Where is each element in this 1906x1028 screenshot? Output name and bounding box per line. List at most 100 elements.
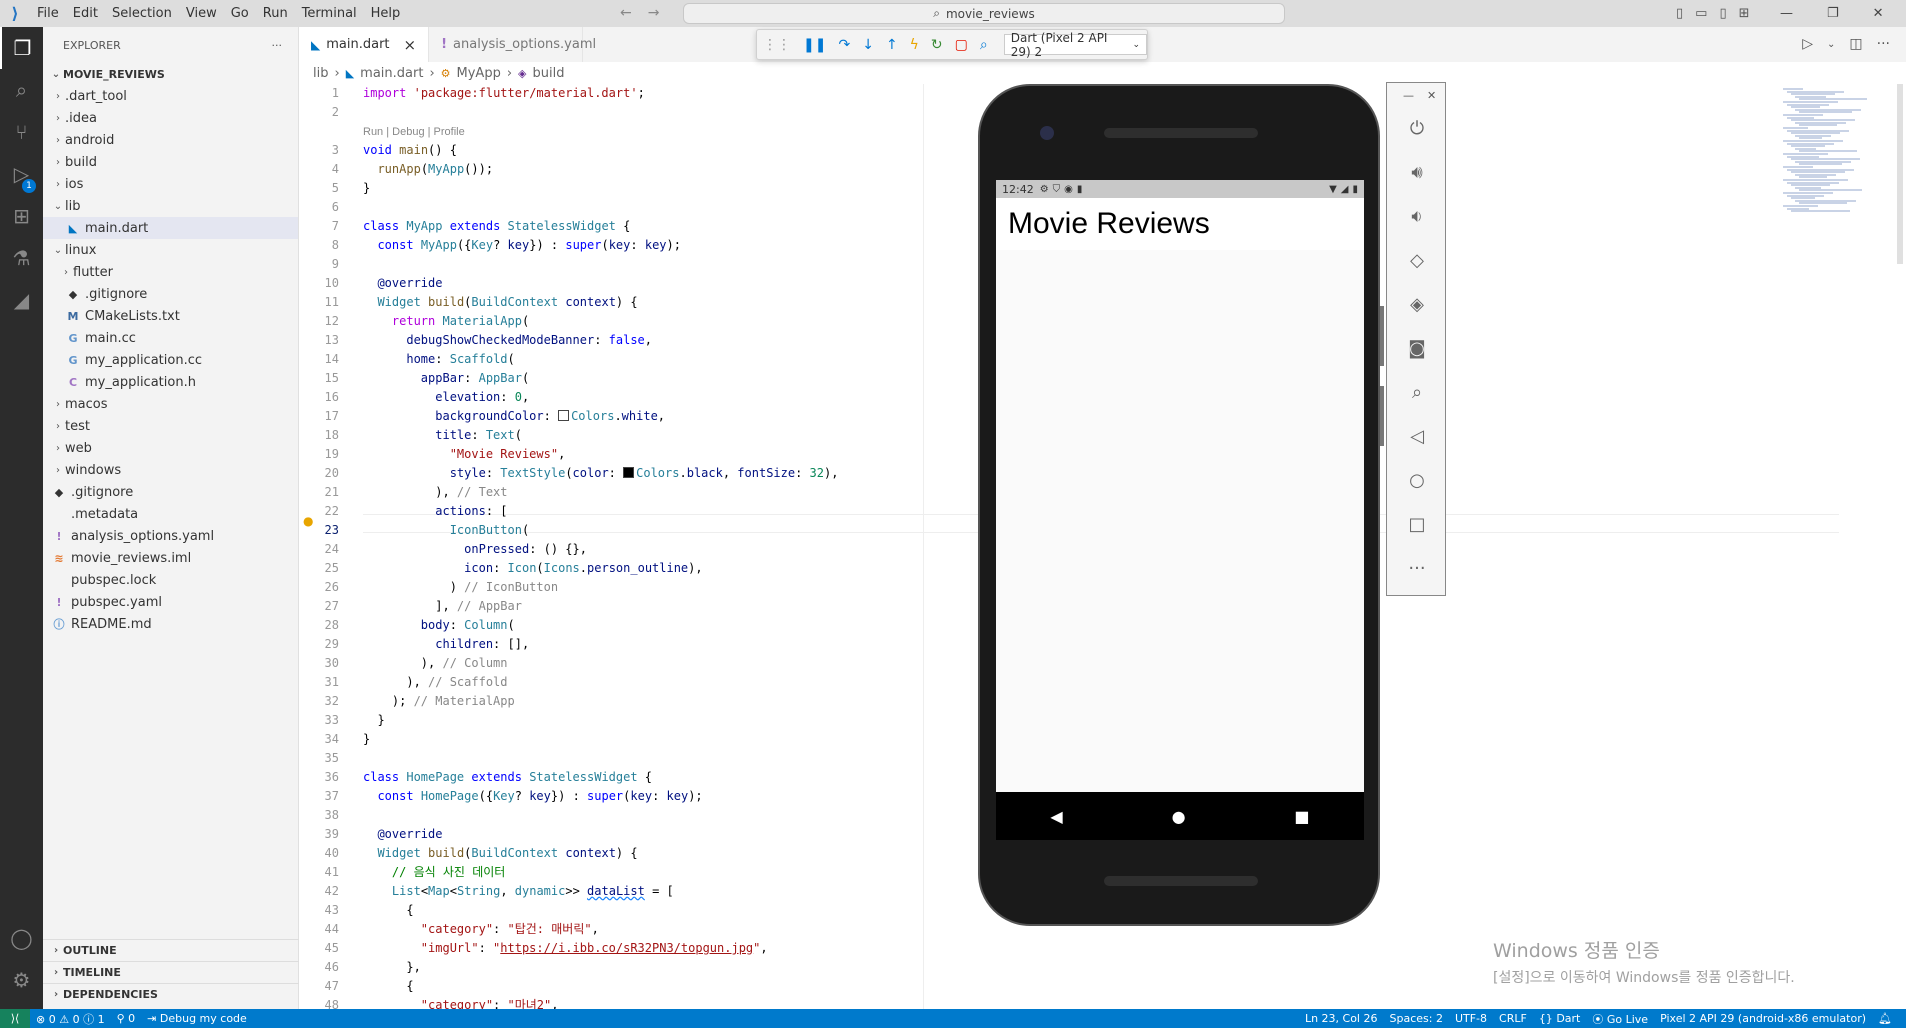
customize-layout-icon[interactable]: ⊞ [1739, 0, 1750, 27]
menu-item-edit[interactable]: Edit [66, 0, 105, 27]
toggle-panel-icon[interactable]: ▭ [1695, 0, 1707, 27]
menu-item-terminal[interactable]: Terminal [295, 0, 364, 27]
tree-folder[interactable]: › build [43, 151, 298, 173]
menu-item-help[interactable]: Help [364, 0, 408, 27]
close-icon[interactable]: × [404, 36, 417, 54]
tree-folder[interactable]: › flutter [43, 261, 298, 283]
tree-file[interactable]: ◣ main.dart [43, 217, 298, 239]
tree-file[interactable]: Gmain.cc [43, 327, 298, 349]
tree-file[interactable]: M CMakeLists.txt [43, 305, 298, 327]
breadcrumb-item[interactable]: lib [313, 66, 328, 81]
menu-item-file[interactable]: File [30, 0, 66, 27]
account-icon[interactable]: ◯ [0, 917, 43, 959]
tree-folder[interactable]: › macos [43, 393, 298, 415]
debug-config[interactable]: ⇥ Debug my code [141, 1012, 253, 1025]
language-mode[interactable]: {} Dart [1533, 1012, 1587, 1025]
overview-icon[interactable]: □ [1387, 509, 1447, 539]
menu-item-run[interactable]: Run [256, 0, 295, 27]
zoom-icon[interactable]: ⌕ [1387, 377, 1447, 407]
step-over-icon[interactable]: ↷ [838, 37, 850, 53]
tree-file[interactable]: ! analysis_options.yaml [43, 525, 298, 547]
outline-section[interactable]: › OUTLINE [43, 939, 299, 961]
menu-item-selection[interactable]: Selection [105, 0, 179, 27]
power-icon[interactable]: ⏻ [1387, 113, 1447, 143]
emulator-screen[interactable]: 12:42 ⚙ ⛉ ◉ ▮ ▼ ◢ ▮ Movie Reviews [996, 180, 1364, 792]
tree-file[interactable]: ◆ .gitignore [43, 283, 298, 305]
more-actions-icon[interactable]: ··· [272, 39, 283, 52]
ports-indicator[interactable]: ⚲ 0 [111, 1012, 142, 1025]
back-arrow-icon[interactable]: ← [620, 0, 632, 27]
forward-arrow-icon[interactable]: → [648, 0, 660, 27]
editor-scrollbar[interactable] [1895, 84, 1905, 1009]
menu-item-go[interactable]: Go [224, 0, 256, 27]
tree-file[interactable]: ◆ .gitignore [43, 481, 298, 503]
tree-folder[interactable]: › test [43, 415, 298, 437]
camera-screenshot-icon[interactable]: ◙ [1387, 333, 1447, 363]
tree-file[interactable]: .metadata [43, 503, 298, 525]
tree-folder[interactable]: › .dart_tool [43, 85, 298, 107]
pause-icon[interactable]: ❚❚ [803, 37, 826, 53]
extensions-icon[interactable]: ⊞ [0, 195, 43, 237]
drag-handle-icon[interactable]: ⋮⋮ [763, 37, 791, 53]
source-control-icon[interactable]: ⑂ [0, 111, 43, 153]
toggle-secondary-sidebar-icon[interactable]: ▯ [1719, 0, 1726, 27]
search-icon[interactable]: ⌕ [0, 69, 43, 111]
explorer-icon[interactable]: ❐ [0, 27, 43, 69]
restore-icon[interactable]: ❐ [1827, 0, 1839, 27]
rotate-right-icon[interactable]: ◈ [1387, 289, 1447, 319]
tab-analysis-options[interactable]: ! analysis_options.yaml [429, 27, 596, 62]
gear-icon[interactable]: ⚙ [0, 959, 43, 1001]
go-live-button[interactable]: ⦿ Go Live [1586, 1011, 1654, 1027]
command-center-search[interactable]: ⌕ movie_reviews [683, 3, 1285, 24]
minimize-icon[interactable]: — [1403, 89, 1414, 102]
home-icon[interactable]: ○ [1387, 465, 1447, 495]
close-icon[interactable]: ✕ [1873, 0, 1884, 27]
bell-icon[interactable]: 🔔︎ [1872, 1012, 1898, 1025]
cursor-position[interactable]: Ln 23, Col 26 [1299, 1012, 1384, 1025]
back-nav-icon[interactable]: ◀ [1050, 807, 1062, 826]
tree-file[interactable]: Gmy_application.cc [43, 349, 298, 371]
tree-folder[interactable]: › windows [43, 459, 298, 481]
line-endings[interactable]: CRLF [1493, 1012, 1533, 1025]
encoding[interactable]: UTF-8 [1449, 1012, 1493, 1025]
testing-icon[interactable]: ⚗ [0, 237, 43, 279]
tree-folder[interactable]: › web [43, 437, 298, 459]
home-nav-icon[interactable]: ● [1172, 807, 1186, 826]
tab-main-dart[interactable]: ◣ main.dart × [299, 27, 430, 62]
problems-indicator[interactable]: ⊗ 0 ⚠ 0 ⓘ 1 [30, 1011, 111, 1027]
tree-file[interactable]: pubspec.lock [43, 569, 298, 591]
tree-file[interactable]: ≋ movie_reviews.iml [43, 547, 298, 569]
recents-nav-icon[interactable]: ■ [1294, 807, 1309, 826]
remote-icon[interactable]: ⟩⟨ [0, 1009, 30, 1028]
tree-folder[interactable]: › ios [43, 173, 298, 195]
close-icon[interactable]: ✕ [1427, 89, 1436, 102]
lightbulb-icon[interactable]: ● [303, 514, 313, 528]
step-into-icon[interactable]: ↓ [862, 37, 874, 53]
hot-reload-icon[interactable]: ϟ [910, 37, 919, 53]
step-out-icon[interactable]: ↑ [886, 37, 898, 53]
tree-folder[interactable]: ⌄ lib [43, 195, 298, 217]
breadcrumb-item[interactable]: MyApp [457, 66, 501, 81]
tree-file[interactable]: ⓘ README.md [43, 613, 298, 635]
toggle-sidebar-icon[interactable]: ▯ [1676, 0, 1683, 27]
breadcrumb-item[interactable]: main.dart [360, 66, 423, 81]
minimap[interactable] [1783, 84, 1883, 234]
flutter-icon[interactable]: ◢ [0, 279, 43, 321]
more-actions-icon[interactable]: ··· [1877, 27, 1890, 62]
run-debug-icon[interactable]: ▷ 1 [0, 153, 43, 195]
inspect-widget-icon[interactable]: ⌕ [980, 37, 988, 53]
workspace-root[interactable]: ⌄ MOVIE_REVIEWS [43, 63, 298, 85]
menu-item-view[interactable]: View [179, 0, 224, 27]
tree-folder[interactable]: › .idea [43, 107, 298, 129]
back-icon[interactable]: ◁ [1387, 421, 1447, 451]
minimize-icon[interactable]: — [1780, 0, 1793, 27]
device-select[interactable]: Dart (Pixel 2 API 29) 2 ⌄ [1003, 31, 1147, 59]
breadcrumb-item[interactable]: build [533, 66, 565, 81]
run-dropdown-icon[interactable]: ⌄ [1827, 27, 1835, 62]
device-indicator[interactable]: Pixel 2 API 29 (android-x86 emulator) [1654, 1012, 1872, 1025]
more-options-icon[interactable]: ··· [1387, 553, 1447, 583]
volume-down-icon[interactable]: 🔉︎ [1387, 201, 1447, 231]
color-swatch-black[interactable] [623, 467, 635, 478]
color-swatch-white[interactable] [558, 410, 570, 421]
tree-folder[interactable]: › android [43, 129, 298, 151]
